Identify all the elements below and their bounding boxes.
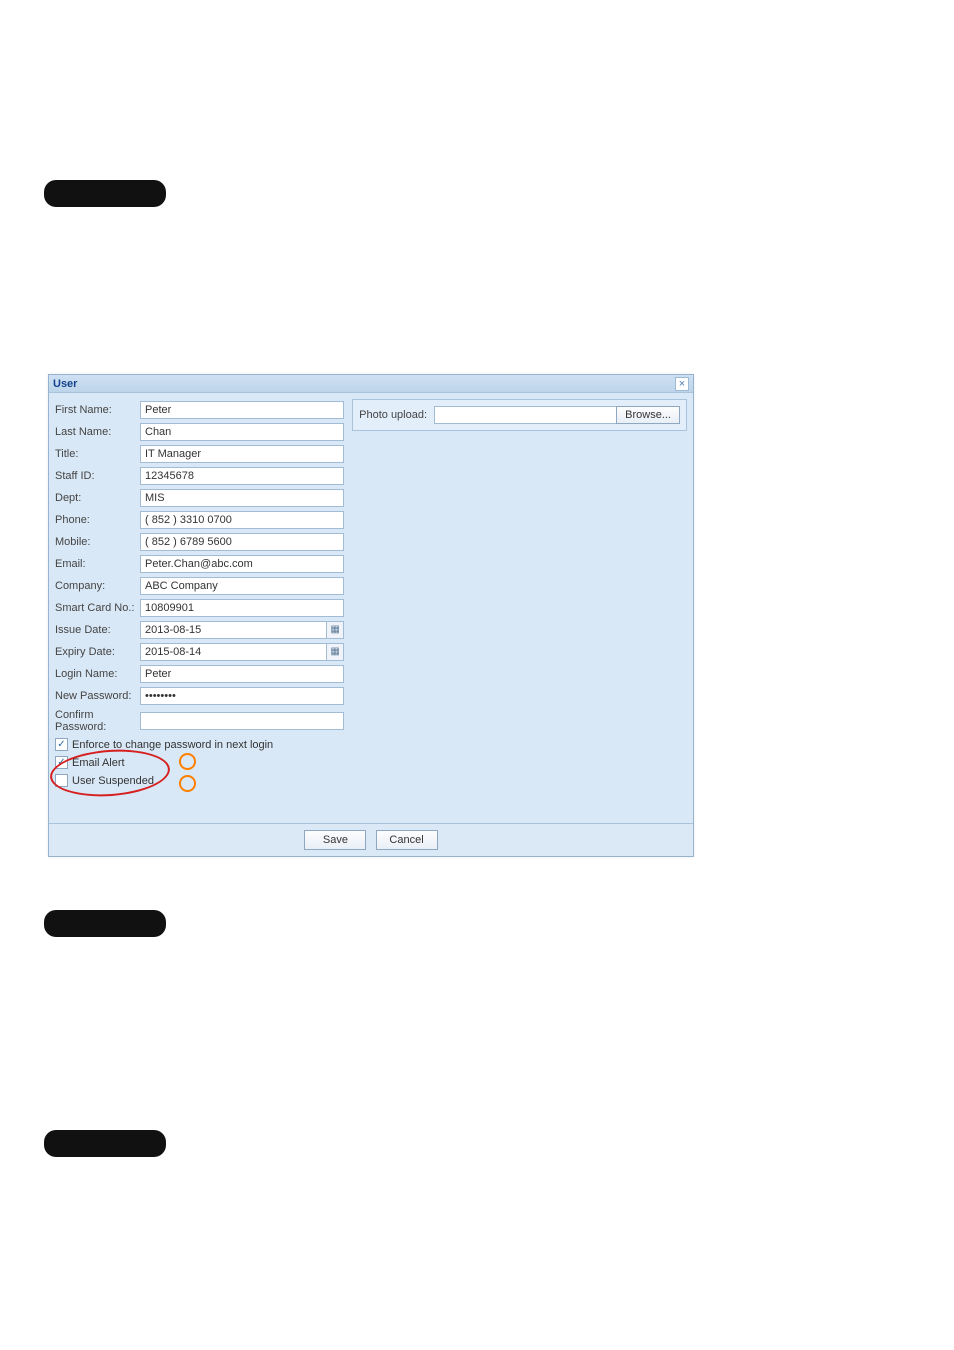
confirm-password-label: Confirm Password: — [55, 709, 140, 733]
mobile-field[interactable] — [140, 533, 344, 551]
photo-upload-panel: Photo upload: Browse... — [352, 399, 687, 431]
dialog-body: First Name: Last Name: Title: Staff ID: … — [49, 393, 693, 823]
email-alert-row: ✓ Email Alert — [55, 756, 344, 769]
email-field[interactable] — [140, 555, 344, 573]
user-suspended-checkbox[interactable] — [55, 774, 68, 787]
issue-date-field[interactable] — [140, 621, 327, 639]
redaction-bar-1 — [44, 180, 166, 207]
cancel-button[interactable]: Cancel — [376, 830, 438, 850]
form-left-column: First Name: Last Name: Title: Staff ID: … — [55, 401, 344, 813]
close-icon[interactable]: × — [675, 377, 689, 391]
login-name-field[interactable] — [140, 665, 344, 683]
phone-field[interactable] — [140, 511, 344, 529]
browse-button[interactable]: Browse... — [616, 406, 680, 424]
enforce-password-label: Enforce to change password in next login — [72, 739, 273, 751]
first-name-field[interactable] — [140, 401, 344, 419]
dialog-titlebar: User × — [49, 375, 693, 393]
user-suspended-label: User Suspended — [72, 775, 154, 787]
smart-card-field[interactable] — [140, 599, 344, 617]
staff-id-field[interactable] — [140, 467, 344, 485]
issue-date-label: Issue Date: — [55, 624, 140, 636]
photo-upload-field[interactable] — [434, 406, 616, 424]
calendar-icon[interactable]: ▦ — [327, 643, 344, 661]
redaction-bar-2 — [44, 910, 166, 937]
new-password-field[interactable] — [140, 687, 344, 705]
staff-id-label: Staff ID: — [55, 470, 140, 482]
company-field[interactable] — [140, 577, 344, 595]
form-right-column: Photo upload: Browse... — [344, 401, 687, 813]
company-label: Company: — [55, 580, 140, 592]
email-alert-label: Email Alert — [72, 757, 125, 769]
user-suspended-row: User Suspended — [55, 774, 344, 787]
last-name-field[interactable] — [140, 423, 344, 441]
login-name-label: Login Name: — [55, 668, 140, 680]
dept-field[interactable] — [140, 489, 344, 507]
calendar-icon[interactable]: ▦ — [327, 621, 344, 639]
redaction-bar-3 — [44, 1130, 166, 1157]
expiry-date-field[interactable] — [140, 643, 327, 661]
last-name-label: Last Name: — [55, 426, 140, 438]
mobile-label: Mobile: — [55, 536, 140, 548]
dept-label: Dept: — [55, 492, 140, 504]
dialog-footer: Save Cancel — [49, 823, 693, 856]
title-field[interactable] — [140, 445, 344, 463]
email-alert-checkbox[interactable]: ✓ — [55, 756, 68, 769]
save-button[interactable]: Save — [304, 830, 366, 850]
smart-card-label: Smart Card No.: — [55, 602, 140, 614]
title-label: Title: — [55, 448, 140, 460]
expiry-date-label: Expiry Date: — [55, 646, 140, 658]
confirm-password-field[interactable] — [140, 712, 344, 730]
first-name-label: First Name: — [55, 404, 140, 416]
enforce-password-row: ✓ Enforce to change password in next log… — [55, 738, 344, 751]
dialog-title: User — [53, 378, 77, 390]
email-label: Email: — [55, 558, 140, 570]
phone-label: Phone: — [55, 514, 140, 526]
user-dialog: User × First Name: Last Name: Title: Sta… — [48, 374, 694, 857]
photo-upload-label: Photo upload: — [359, 409, 434, 421]
new-password-label: New Password: — [55, 690, 140, 702]
enforce-password-checkbox[interactable]: ✓ — [55, 738, 68, 751]
